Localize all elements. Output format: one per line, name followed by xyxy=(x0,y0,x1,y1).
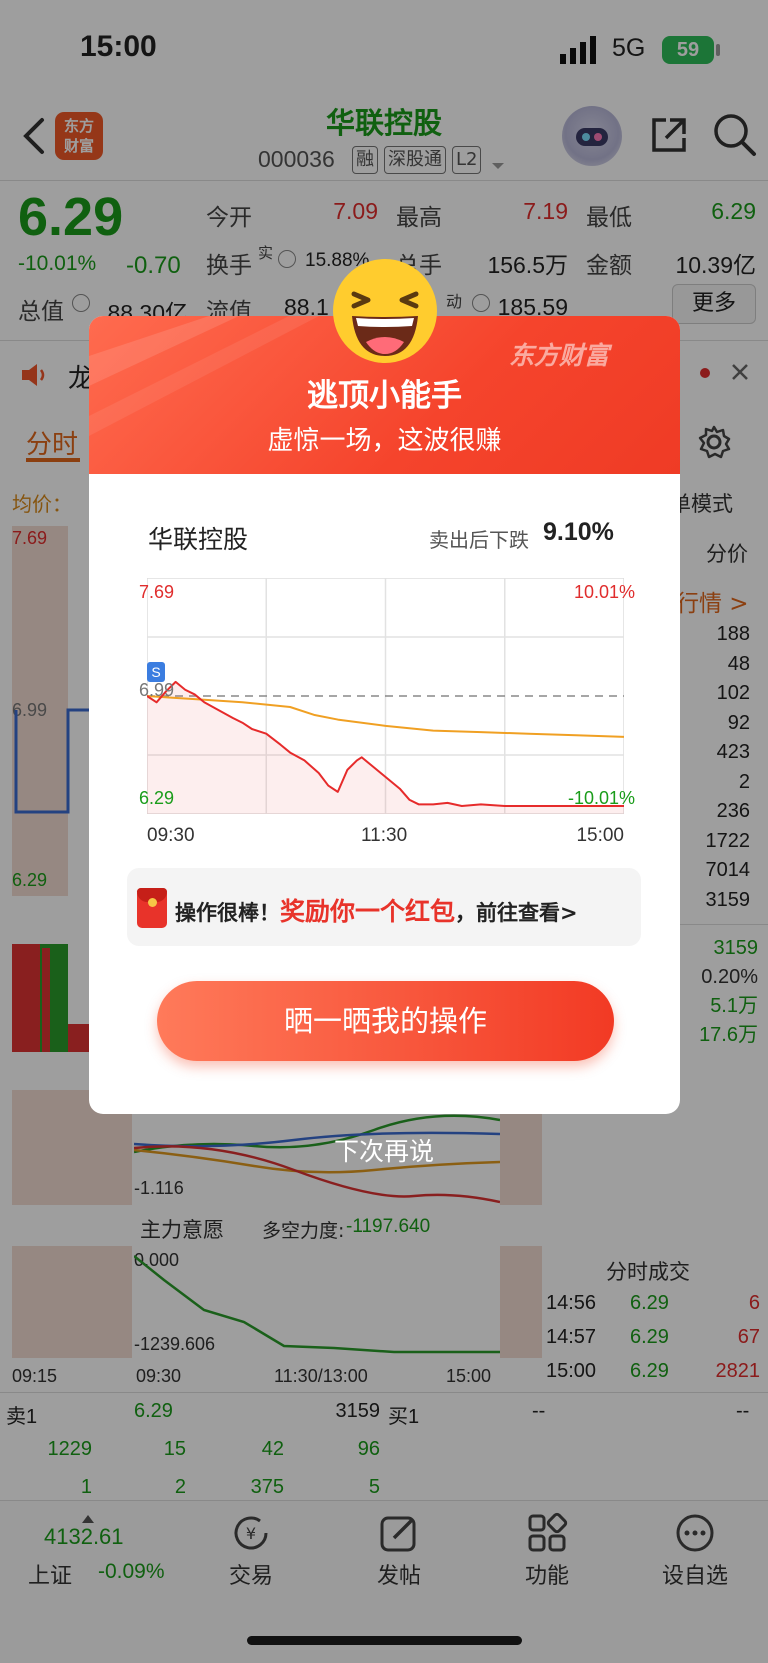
x-tick: 09:30 xyxy=(147,825,195,846)
red-envelope-icon xyxy=(137,888,167,928)
share-operation-button[interactable]: 晒一晒我的操作 xyxy=(157,981,614,1061)
reward-text: 操作很棒！奖励你一个红包，前往查看> xyxy=(175,892,578,928)
dialog-title: 逃顶小能手 xyxy=(307,378,462,414)
y-tick-right: 10.01% xyxy=(573,582,635,602)
x-tick: 11:30 xyxy=(361,825,408,846)
dialog-subtitle: 虚惊一场，这波很赚 xyxy=(267,426,502,456)
reward-highlight: 奖励你一个红包 xyxy=(280,897,456,926)
y-tick-left: 6.99 xyxy=(139,680,175,700)
achievement-dialog: 东方财富 逃顶小能手 虚惊一场，这波很赚 华联控股 卖出后下跌 9.10% 7.… xyxy=(89,316,680,1114)
drop-value: 9.10% xyxy=(543,518,614,546)
reward-prefix: 操作很棒！ xyxy=(175,901,280,925)
reward-suffix: ，前往查看> xyxy=(455,901,578,925)
later-button[interactable]: 下次再说 xyxy=(0,1132,768,1168)
y-tick-left: 6.29 xyxy=(139,788,175,808)
home-indicator[interactable] xyxy=(247,1636,522,1645)
dialog-stock-name: 华联控股 xyxy=(148,525,249,554)
mini-chart-labels: 7.69 6.99 6.29 10.01% -10.01% xyxy=(139,582,635,818)
drop-label: 卖出后下跌 xyxy=(429,528,529,552)
dialog-watermark: 东方财富 xyxy=(509,341,610,370)
sell-marker: S xyxy=(147,662,165,682)
reward-banner[interactable]: 操作很棒！奖励你一个红包，前往查看> xyxy=(127,868,641,946)
y-tick-left: 7.69 xyxy=(139,582,175,602)
mini-x-axis: 09:30 11:30 15:00 xyxy=(147,825,624,849)
x-tick: 15:00 xyxy=(576,825,624,846)
laughing-emoji-icon xyxy=(330,256,440,366)
y-tick-right: -10.01% xyxy=(567,788,635,808)
